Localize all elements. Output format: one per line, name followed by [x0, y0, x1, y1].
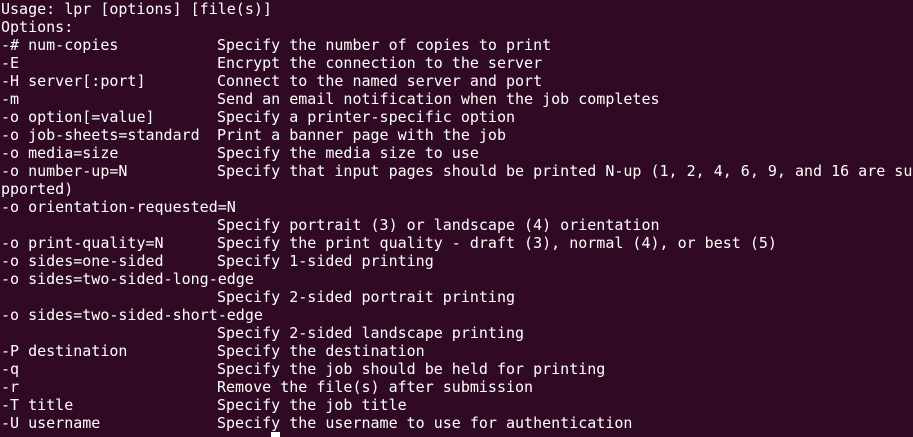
text-cursor: [271, 432, 280, 437]
option-flag: -U username: [1, 414, 101, 432]
option-description: pported): [1, 180, 74, 198]
option-flag: -E: [1, 54, 20, 72]
option-flag: -o option[=value]: [1, 108, 155, 126]
option-row: Specify 2-sided portrait printing: [0, 288, 913, 306]
option-row: -o sides=one-sided Specify 1-sided printi…: [0, 252, 913, 270]
option-description: Specify the job should be held for print…: [217, 360, 606, 378]
option-description: Specify that input pages should be print…: [217, 162, 913, 180]
option-description: Specify the media size to use: [217, 144, 479, 162]
option-description: Specify 2-sided portrait printing: [217, 288, 516, 306]
option-row: -o sides=two-sided-short-edge: [0, 306, 913, 324]
option-flag: -P destination: [1, 342, 128, 360]
option-row: -T title Specify the job title: [0, 396, 913, 414]
option-row: -# num-copies Specify the number of copie…: [0, 36, 913, 54]
option-row: -o number-up=N Specify that input pages s…: [0, 162, 913, 180]
terminal-window[interactable]: Usage: lpr [options] [file(s)] Options: …: [0, 0, 913, 437]
option-flag: -o sides=one-sided: [1, 252, 164, 270]
option-flag: -r: [1, 378, 20, 396]
option-row: -H server[:port] Connect to the named ser…: [0, 72, 913, 90]
option-row: -o media=size Specify the media size to u…: [0, 144, 913, 162]
option-row: -o job-sheets=standard Print a banner pag…: [0, 126, 913, 144]
option-description: Encrypt the connection to the server: [217, 54, 543, 72]
option-flag: -o print-quality=N: [1, 234, 164, 252]
option-row: Specify 2-sided landscape printing: [0, 324, 913, 342]
option-row: -r Remove the file(s) after submission: [0, 378, 913, 396]
option-description: Specify the destination: [217, 342, 425, 360]
option-row: -m Send an email notification when the jo…: [0, 90, 913, 108]
option-description: Specify portrait (3) or landscape (4) or…: [217, 216, 660, 234]
shell-prompt[interactable]: [1, 432, 280, 437]
option-description: Send an email notification when the job …: [217, 90, 660, 108]
option-row: -U username Specify the username to use f…: [0, 414, 913, 432]
option-row: -o sides=two-sided-long-edge: [0, 270, 913, 288]
option-description: Connect to the named server and port: [217, 72, 543, 90]
option-row: -q Specify the job should be held for pri…: [0, 360, 913, 378]
option-flag: -q: [1, 360, 20, 378]
option-row: Specify portrait (3) or landscape (4) or…: [0, 216, 913, 234]
option-description: Print a banner page with the job: [217, 126, 506, 144]
option-description: Specify the number of copies to print: [217, 36, 552, 54]
option-row: -o orientation-requested=N: [0, 198, 913, 216]
option-flag: -# num-copies: [1, 36, 119, 54]
option-flag: -T title: [1, 396, 74, 414]
option-row: pported): [0, 180, 913, 198]
option-description: Specify the username to use for authenti…: [217, 414, 633, 432]
options-header: Options:: [1, 18, 74, 36]
option-flag: -m: [1, 90, 20, 108]
options-list: -# num-copies Specify the number of copie…: [0, 36, 913, 432]
option-flag: -o sides=two-sided-long-edge: [1, 270, 254, 288]
option-description: Specify 2-sided landscape printing: [217, 324, 525, 342]
option-description: Specify the print quality - draft (3), n…: [217, 234, 777, 252]
option-description: Remove the file(s) after submission: [217, 378, 534, 396]
option-flag: -o number-up=N: [1, 162, 128, 180]
option-row: -P destination Specify the destination: [0, 342, 913, 360]
option-row: -o option[=value] Specify a printer-speci…: [0, 108, 913, 126]
option-description: Specify the job title: [217, 396, 407, 414]
option-description: Specify a printer-specific option: [217, 108, 516, 126]
option-row: -E Encrypt the connection to the server: [0, 54, 913, 72]
option-flag: -o job-sheets=standard: [1, 126, 200, 144]
option-flag: -o media=size: [1, 144, 119, 162]
option-flag: -H server[:port]: [1, 72, 146, 90]
option-description: Specify 1-sided printing: [217, 252, 434, 270]
option-flag: -o orientation-requested=N: [1, 198, 236, 216]
option-row: -o print-quality=N Specify the print qual…: [0, 234, 913, 252]
usage-line: Usage: lpr [options] [file(s)]: [1, 0, 272, 18]
option-flag: -o sides=two-sided-short-edge: [1, 306, 263, 324]
